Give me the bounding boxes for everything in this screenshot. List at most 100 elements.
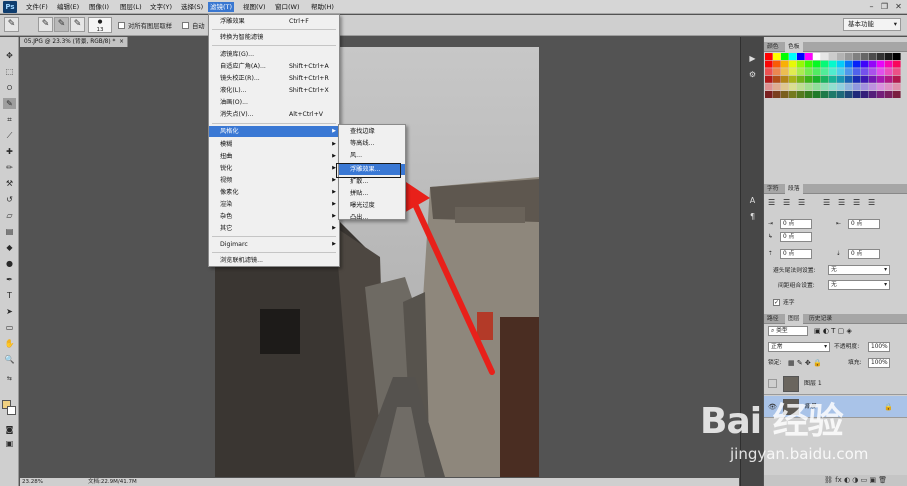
swatch-cell[interactable]	[781, 83, 789, 91]
history-panel-icon[interactable]: ▶	[746, 53, 759, 65]
swatch-cell[interactable]	[781, 60, 789, 68]
tab-paragraph[interactable]: 段落	[785, 184, 803, 194]
justify-right-icon[interactable]: ☰	[853, 198, 860, 207]
swatch-cell[interactable]	[877, 83, 885, 91]
swatch-cell[interactable]	[845, 91, 853, 98]
tab-paths[interactable]: 路径	[764, 314, 782, 324]
submenu-item-find-edges[interactable]: 查找边缘	[339, 126, 405, 137]
menu-filter[interactable]: 滤镜(T)	[208, 2, 235, 12]
menu-item-other[interactable]: 其它 ▶	[209, 223, 339, 234]
swatch-cell[interactable]	[773, 83, 781, 91]
swatch-cell[interactable]	[885, 91, 893, 98]
swatch-cell[interactable]	[773, 60, 781, 68]
menu-item-render[interactable]: 渲染 ▶	[209, 199, 339, 210]
swatch-cell[interactable]	[837, 75, 845, 83]
swatch-cell[interactable]	[829, 91, 837, 98]
swatch-cell[interactable]	[893, 60, 901, 68]
blur-tool-icon[interactable]: ◆	[3, 242, 16, 253]
crop-tool-icon[interactable]: ⌗	[3, 114, 16, 125]
menu-item-convert-smart[interactable]: 转换为智能滤镜	[209, 32, 339, 43]
menu-item-blur[interactable]: 模糊 ▶	[209, 139, 339, 150]
tab-character[interactable]: 字符	[764, 184, 782, 194]
swatch-cell[interactable]	[893, 68, 901, 76]
swatch-cell[interactable]	[893, 83, 901, 91]
swatch-cell[interactable]	[773, 68, 781, 76]
restore-icon[interactable]: ❐	[879, 2, 890, 12]
brush-tool-icon[interactable]: ✏	[3, 162, 16, 173]
swatch-cell[interactable]	[821, 83, 829, 91]
menu-layer[interactable]: 图层(L)	[118, 2, 144, 12]
swatch-cell[interactable]	[869, 91, 877, 98]
swatch-cell[interactable]	[845, 53, 853, 60]
gradient-tool-icon[interactable]: ▤	[3, 226, 16, 237]
menu-select[interactable]: 选择(S)	[179, 2, 205, 12]
menu-item-lens-correction[interactable]: 镜头校正(R)... Shift+Ctrl+R	[209, 73, 339, 84]
swatch-cell[interactable]	[789, 60, 797, 68]
swatch-cell[interactable]	[853, 75, 861, 83]
dodge-tool-icon[interactable]: ●	[3, 258, 16, 269]
swatch-cell[interactable]	[869, 68, 877, 76]
menu-item-liquify[interactable]: 液化(L)... Shift+Ctrl+X	[209, 85, 339, 96]
new-selection-icon[interactable]: ✎	[38, 17, 53, 32]
swatches-grid[interactable]	[765, 53, 901, 101]
swatch-cell[interactable]	[885, 75, 893, 83]
submenu-item-tiles[interactable]: 拼贴...	[339, 188, 405, 199]
indent-left-input[interactable]: 0 点	[780, 219, 812, 229]
swatch-cell[interactable]	[765, 53, 773, 60]
paragraph-panel-icon[interactable]: ¶	[746, 211, 759, 223]
swatch-cell[interactable]	[805, 83, 813, 91]
align-center-icon[interactable]: ☰	[783, 198, 790, 207]
swatch-cell[interactable]	[789, 75, 797, 83]
brush-size-picker[interactable]: ● 13	[88, 17, 112, 33]
swatch-cell[interactable]	[789, 83, 797, 91]
path-selection-tool-icon[interactable]: ➤	[3, 306, 16, 317]
menu-item-filter-gallery[interactable]: 滤镜库(G)...	[209, 49, 339, 60]
eyedropper-tool-icon[interactable]: ⟋	[3, 130, 16, 141]
swatch-cell[interactable]	[797, 53, 805, 60]
footer-icons[interactable]: ⛓ fx ◐ ◑ ▭ ▣ 🗑	[824, 476, 887, 484]
swatch-cell[interactable]	[853, 83, 861, 91]
swatch-cell[interactable]	[877, 75, 885, 83]
swatch-cell[interactable]	[765, 60, 773, 68]
swatch-cell[interactable]	[773, 53, 781, 60]
swatch-cell[interactable]	[797, 60, 805, 68]
swatch-cell[interactable]	[861, 75, 869, 83]
marquee-tool-icon[interactable]: ⬚	[3, 66, 16, 77]
swatch-cell[interactable]	[853, 91, 861, 98]
swatch-cell[interactable]	[765, 75, 773, 83]
close-tab-icon[interactable]: ×	[119, 37, 124, 47]
swatch-cell[interactable]	[837, 68, 845, 76]
swatch-cell[interactable]	[821, 60, 829, 68]
swatch-cell[interactable]	[885, 68, 893, 76]
tool-preset-icon[interactable]: ✎	[4, 17, 19, 32]
swatch-cell[interactable]	[837, 53, 845, 60]
menu-item-browse-online[interactable]: 浏览联机滤镜...	[209, 255, 339, 266]
swatch-cell[interactable]	[877, 68, 885, 76]
subtract-selection-icon[interactable]: ✎	[70, 17, 85, 32]
swatch-cell[interactable]	[789, 68, 797, 76]
swatch-cell[interactable]	[837, 60, 845, 68]
spacing-select[interactable]: 无 ▾	[828, 280, 890, 290]
swatch-cell[interactable]	[853, 53, 861, 60]
menu-item-oil-paint[interactable]: 油画(O)...	[209, 97, 339, 108]
screen-mode-icon[interactable]: ▣	[3, 438, 16, 449]
move-tool-icon[interactable]: ✥	[3, 50, 16, 61]
pen-tool-icon[interactable]: ✒	[3, 274, 16, 285]
swatch-cell[interactable]	[789, 91, 797, 98]
swatch-cell[interactable]	[781, 75, 789, 83]
menu-view[interactable]: 视图(V)	[241, 2, 268, 12]
opacity-input[interactable]: 100%	[868, 342, 890, 352]
menu-item-digimarc[interactable]: Digimarc ▶	[209, 239, 339, 250]
swatch-cell[interactable]	[813, 75, 821, 83]
swatch-cell[interactable]	[765, 68, 773, 76]
swatch-cell[interactable]	[829, 75, 837, 83]
swatch-cell[interactable]	[805, 75, 813, 83]
indent-first-input[interactable]: 0 点	[780, 232, 812, 242]
justify-all-icon[interactable]: ☰	[868, 198, 875, 207]
submenu-item-solarize[interactable]: 曝光过度	[339, 200, 405, 211]
swatch-cell[interactable]	[789, 53, 797, 60]
swatch-cell[interactable]	[781, 53, 789, 60]
zoom-level[interactable]: 23.28%	[22, 478, 43, 486]
align-right-icon[interactable]: ☰	[798, 198, 805, 207]
menu-window[interactable]: 窗口(W)	[273, 2, 302, 12]
